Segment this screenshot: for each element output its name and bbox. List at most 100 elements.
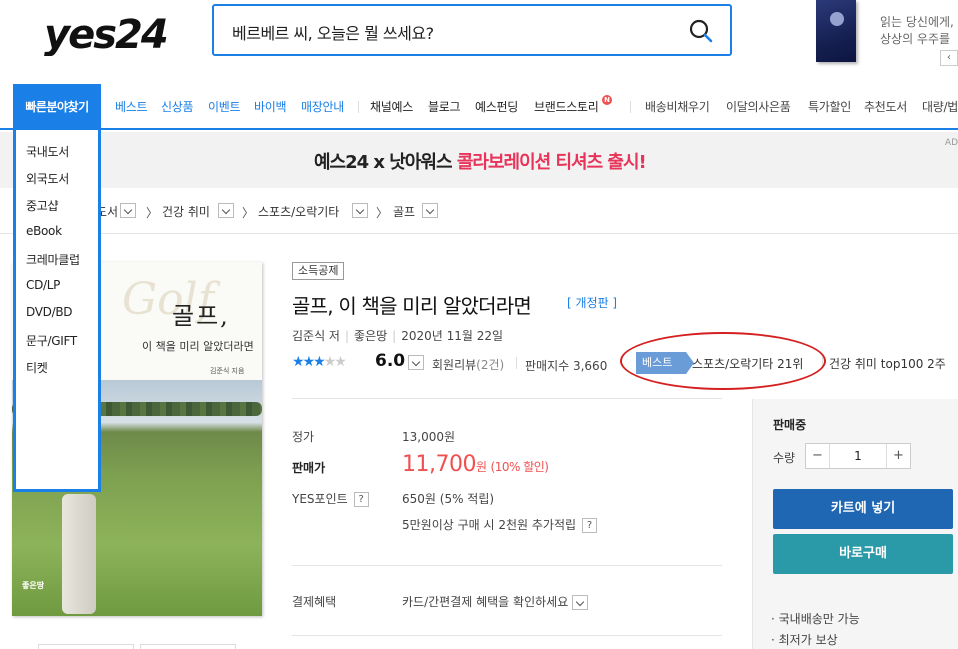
star-icon: ★ xyxy=(302,354,315,370)
review-label: 회원리뷰 xyxy=(432,358,477,372)
product-title: 골프, 이 책을 미리 알았더라면 xyxy=(292,294,532,318)
quick-menu-item[interactable]: 외국도서 xyxy=(26,170,69,187)
nav-blog[interactable]: 블로그 xyxy=(428,84,461,130)
help-icon[interactable]: ? xyxy=(353,492,369,507)
cover-publisher: 좋은땅 xyxy=(22,581,45,590)
promo-book-image[interactable] xyxy=(816,0,856,62)
divider xyxy=(292,565,722,566)
new-badge: N xyxy=(602,95,612,105)
nav-bulk[interactable]: 대량/법 xyxy=(922,84,958,130)
best-rank-top100[interactable]: 건강 취미 top100 2주 xyxy=(829,355,946,372)
price-guarantee-note: · 최저가 보상 xyxy=(771,633,838,647)
member-review[interactable]: 회원리뷰(2건) xyxy=(432,356,504,373)
promo-line-2: 상상의 우주를 xyxy=(880,32,951,46)
quick-menu-item[interactable]: 크레마클럽 xyxy=(26,251,80,268)
nav-channel-yes[interactable]: 채널예스 xyxy=(370,84,413,130)
nav-store[interactable]: 매장안내 xyxy=(301,84,344,130)
ad-label: AD xyxy=(944,138,958,148)
discount-rate: (10% 할인) xyxy=(490,460,549,474)
chevron-down-icon[interactable] xyxy=(120,203,136,218)
breadcrumb-item[interactable]: 스포츠/오락기타 xyxy=(258,203,339,220)
yes-point-label-text: YES포인트 xyxy=(292,492,348,506)
chevron-down-icon[interactable] xyxy=(422,203,438,218)
search-box[interactable]: 베르베르 씨, 오늘은 뭘 쓰세요? xyxy=(212,4,732,56)
breadcrumb-item[interactable]: 골프 xyxy=(393,203,415,220)
yes-point-label: YES포인트? xyxy=(292,490,369,507)
nav-gift[interactable]: 이달의사은품 xyxy=(726,84,791,130)
rating-score: 6.0 xyxy=(375,351,406,371)
promo-text[interactable]: 읽는 당신에게, 상상의 우주를 xyxy=(880,14,954,48)
purchase-panel: 판매중 수량 − 1 + 카트에 넣기 바로구매 · 국내배송만 가능 · 최저… xyxy=(752,399,958,649)
quantity-label: 수량 xyxy=(773,451,796,465)
nav-new[interactable]: 신상품 xyxy=(161,84,194,130)
nav-event[interactable]: 이벤트 xyxy=(208,84,241,130)
list-price-label: 정가 xyxy=(292,430,315,444)
help-icon[interactable]: ? xyxy=(582,518,598,533)
nav-brand-story[interactable]: 브랜드스토리 xyxy=(534,84,599,130)
quick-category-menu: 국내도서 외국도서 중고샵 eBook 크레마클럽 CD/LP DVD/BD 문… xyxy=(13,130,101,492)
chevron-right-icon: 〉 xyxy=(146,206,159,220)
quantity-input[interactable]: 1 xyxy=(830,444,886,468)
quantity-stepper[interactable]: − 1 + xyxy=(805,443,911,469)
breadcrumb: 도서 〉 건강 취미 〉 스포츠/오락기타 〉 골프 xyxy=(0,188,958,234)
cover-figure xyxy=(62,494,96,614)
quick-category-button[interactable]: 빠른분야찾기 xyxy=(13,84,101,130)
highlight-ring xyxy=(620,332,826,390)
nav-separator xyxy=(630,101,631,113)
nav-recommend[interactable]: 추천도서 xyxy=(864,84,907,130)
quick-menu-item[interactable]: eBook xyxy=(26,224,62,238)
chevron-right-icon: 〉 xyxy=(242,206,255,220)
quantity-minus-button[interactable]: − xyxy=(806,444,830,468)
nav-best[interactable]: 베스트 xyxy=(115,84,148,130)
thumbnail[interactable] xyxy=(38,644,134,649)
star-icon: ★ xyxy=(334,354,346,370)
author-link[interactable]: 김준식 저 xyxy=(292,329,340,343)
yes-point-extra: 5만원이상 구매 시 2천원 추가적립? xyxy=(402,516,598,533)
add-to-cart-button[interactable]: 카트에 넣기 xyxy=(773,489,953,529)
sales-index: 판매지수 3,660 xyxy=(525,359,608,373)
chevron-down-icon[interactable] xyxy=(352,203,368,218)
edition-label[interactable]: [ 개정판 ] xyxy=(567,294,617,311)
nav-shipping-fill[interactable]: 배송비채우기 xyxy=(645,84,710,130)
yes-point-extra-text: 5만원이상 구매 시 2천원 추가적립 xyxy=(402,518,577,532)
yes-point-value: 650원 (5% 적립) xyxy=(402,492,495,506)
quick-menu-item[interactable]: DVD/BD xyxy=(26,305,73,319)
shipping-note: · 국내배송만 가능 xyxy=(771,612,860,626)
banner-text-plain: 예스24 x 낫아워스 xyxy=(314,152,457,173)
sale-price-label: 판매가 xyxy=(292,461,326,475)
quick-menu-item[interactable]: 티켓 xyxy=(26,359,48,376)
tax-deduction-tag: 소득공제 xyxy=(292,262,345,280)
search-icon[interactable] xyxy=(688,18,714,44)
thumbnail[interactable] xyxy=(140,644,236,649)
divider xyxy=(292,398,722,399)
quick-menu-item[interactable]: 문구/GIFT xyxy=(26,332,77,349)
search-input[interactable]: 베르베르 씨, 오늘은 뭘 쓰세요? xyxy=(232,20,434,44)
quick-menu-item[interactable]: 중고샵 xyxy=(26,197,59,214)
chevron-right-icon: 〉 xyxy=(376,206,389,220)
buy-now-button[interactable]: 바로구매 xyxy=(773,534,953,574)
rating-stars: ★★★★★ xyxy=(292,354,347,370)
publisher-link[interactable]: 좋은땅 xyxy=(354,329,387,343)
nav-funding[interactable]: 예스펀딩 xyxy=(475,84,518,130)
nav-special-deal[interactable]: 특가할인 xyxy=(808,84,851,130)
promo-banner[interactable]: 예스24 x 낫아워스 콜라보레이션 티셔츠 출시! AD xyxy=(0,132,958,188)
promo-line-1: 읽는 당신에게, xyxy=(880,15,954,29)
payment-benefit-value[interactable]: 카드/간편결제 혜택을 확인하세요 xyxy=(402,593,589,610)
chevron-down-icon[interactable] xyxy=(218,203,234,218)
chevron-down-icon[interactable] xyxy=(408,355,424,370)
cover-author: 김준식 지음 xyxy=(210,367,245,375)
promo-prev-button[interactable]: ‹ xyxy=(940,50,958,66)
sale-price-value: 11,700 xyxy=(402,452,476,477)
quick-menu-item[interactable]: 국내도서 xyxy=(26,143,69,160)
quantity-plus-button[interactable]: + xyxy=(886,444,910,468)
publish-date: 2020년 11월 22일 xyxy=(401,329,504,343)
breadcrumb-item[interactable]: 건강 취미 xyxy=(162,203,210,220)
payment-benefit-label: 결제혜택 xyxy=(292,595,337,609)
nav-buyback[interactable]: 바이백 xyxy=(254,84,287,130)
product-meta: 김준식 저 | 좋은땅 | 2020년 11월 22일 xyxy=(292,329,504,343)
cover-title: 골프, xyxy=(172,302,230,330)
divider xyxy=(292,635,722,636)
chevron-down-icon[interactable] xyxy=(572,595,589,610)
yes24-logo[interactable]: yes24 xyxy=(44,8,184,56)
quick-menu-item[interactable]: CD/LP xyxy=(26,278,60,292)
